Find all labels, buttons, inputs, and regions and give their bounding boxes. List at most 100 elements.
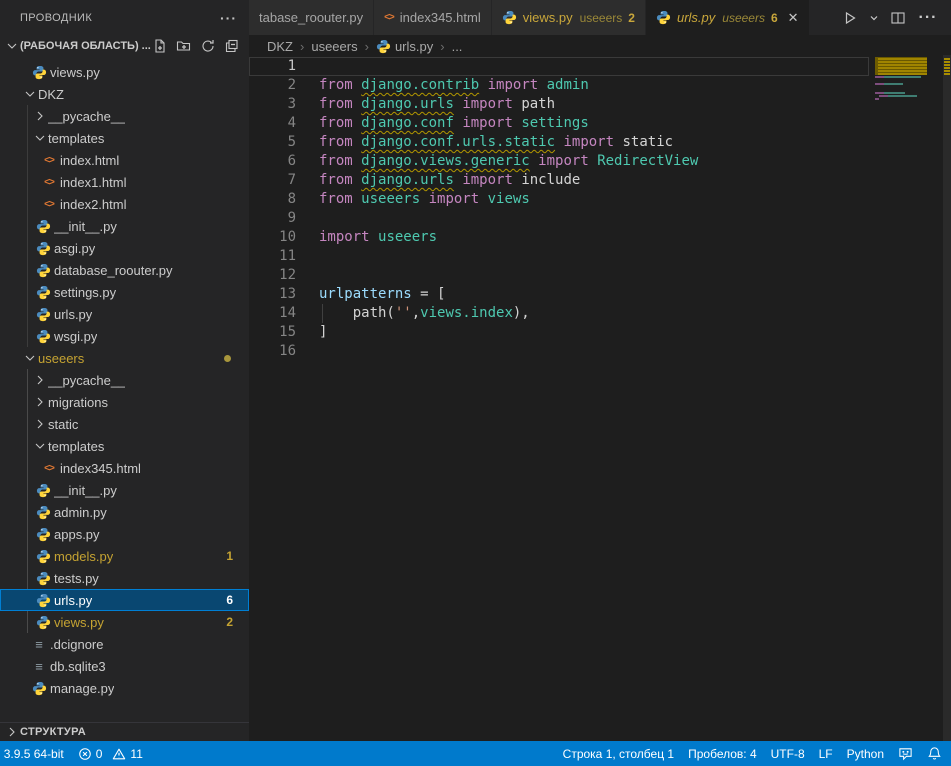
tree-item-apps-py[interactable]: apps.py	[0, 523, 249, 545]
warning-tick	[944, 61, 950, 63]
chevron-down-icon	[32, 130, 48, 146]
close-icon[interactable]: ✕	[788, 11, 799, 24]
tree-item-tests-py[interactable]: tests.py	[0, 567, 249, 589]
code-line: 8from useeers import views	[249, 190, 869, 209]
status-indentation[interactable]: Пробелов: 4	[681, 741, 764, 766]
python-file-icon	[34, 285, 52, 300]
tree-item-label: templates	[48, 131, 104, 146]
breadcrumb-item[interactable]: ...	[452, 39, 463, 54]
code-line: 7from django.urls import include	[249, 171, 869, 190]
breadcrumb-item[interactable]: DKZ	[267, 39, 293, 54]
line-content: ]	[319, 323, 869, 342]
tree-item-database-roouter-py[interactable]: database_roouter.py	[0, 259, 249, 281]
tree-item-templates[interactable]: templates	[0, 127, 249, 149]
outline-section-header[interactable]: СТРУКТУРА	[0, 722, 249, 741]
status-problems[interactable]: 011	[71, 741, 150, 766]
tree-item-admin-py[interactable]: admin.py	[0, 501, 249, 523]
tree-item-index2-html[interactable]: <>index2.html	[0, 193, 249, 215]
python-file-icon	[34, 329, 52, 344]
code-line: 10import useeers	[249, 228, 869, 247]
tree-item-templates[interactable]: templates	[0, 435, 249, 457]
code-line: 13urlpatterns = [	[249, 285, 869, 304]
line-content: from django.contrib import admin	[319, 76, 869, 95]
status-language-mode[interactable]: Python	[840, 741, 891, 766]
line-number: 3	[249, 95, 319, 114]
notifications-icon	[927, 746, 942, 761]
refresh-button[interactable]	[199, 37, 217, 55]
tree-item-index-html[interactable]: <>index.html	[0, 149, 249, 171]
new-folder-button[interactable]	[175, 37, 193, 55]
collapse-all-button[interactable]	[223, 37, 241, 55]
vscode-window: ПРОВОДНИК ··· (РАБОЧАЯ ОБЛАСТЬ) ... view…	[0, 0, 951, 766]
overview-ruler[interactable]	[943, 55, 951, 741]
python-file-icon	[30, 65, 48, 80]
tree-item--pycache-[interactable]: __pycache__	[0, 369, 249, 391]
tree-item-models-py[interactable]: models.py1	[0, 545, 249, 567]
tree-item--dcignore[interactable]: ≡.dcignore	[0, 633, 249, 655]
split-editor-button[interactable]	[885, 6, 911, 30]
warning-tick	[944, 67, 950, 69]
tree-item-label: .dcignore	[50, 637, 103, 652]
line-number: 10	[249, 228, 319, 247]
tree-item--pycache-[interactable]: __pycache__	[0, 105, 249, 127]
tree-item-useeers[interactable]: useeers	[0, 347, 249, 369]
tree-item-label: useeers	[38, 351, 84, 366]
explorer-more-icon[interactable]: ···	[220, 10, 237, 26]
tree-item-views-py[interactable]: views.py	[0, 61, 249, 83]
warning-count: 11	[130, 747, 142, 761]
tree-item-index345-html[interactable]: <>index345.html	[0, 457, 249, 479]
line-content: import useeers	[319, 228, 869, 247]
code-line: 6from django.views.generic import Redire…	[249, 152, 869, 171]
tree-item-dkz[interactable]: DKZ	[0, 83, 249, 105]
python-file-icon	[502, 10, 517, 25]
tree-item-wsgi-py[interactable]: wsgi.py	[0, 325, 249, 347]
python-file-icon	[34, 219, 52, 234]
status-eol[interactable]: LF	[812, 741, 840, 766]
tree-item-label: templates	[48, 439, 104, 454]
tree-item-views-py[interactable]: views.py2	[0, 611, 249, 633]
breadcrumb-item[interactable]: urls.py	[376, 39, 433, 54]
tree-item-label: models.py	[54, 549, 113, 564]
tree-item-urls-py[interactable]: urls.py	[0, 303, 249, 325]
new-file-button[interactable]	[151, 37, 169, 55]
breadcrumb-item[interactable]: useeers	[311, 39, 357, 54]
status-encoding[interactable]: UTF-8	[764, 741, 812, 766]
line-number: 13	[249, 285, 319, 304]
tree-item-static[interactable]: static	[0, 413, 249, 435]
tree-item-manage-py[interactable]: manage.py	[0, 677, 249, 699]
chevron-down-icon	[4, 38, 20, 54]
status-feedback[interactable]	[891, 741, 920, 766]
tree-item-migrations[interactable]: migrations	[0, 391, 249, 413]
file-file-icon: ≡	[30, 637, 48, 652]
tab-label: urls.py	[677, 10, 715, 25]
run-python-file-button[interactable]	[837, 6, 863, 30]
tree-item-settings-py[interactable]: settings.py	[0, 281, 249, 303]
line-number: 15	[249, 323, 319, 342]
status-right: Строка 1, столбец 1Пробелов: 4UTF-8LFPyt…	[556, 741, 951, 766]
breadcrumb-label: urls.py	[395, 39, 433, 54]
tab-index345-html[interactable]: <>index345.html	[374, 0, 492, 35]
tree-item--init-py[interactable]: __init__.py	[0, 215, 249, 237]
python-file-icon	[34, 615, 52, 630]
tree-item--init-py[interactable]: __init__.py	[0, 479, 249, 501]
line-content	[319, 266, 869, 285]
tab-views-py[interactable]: views.pyuseeers2	[492, 0, 646, 35]
more-actions-button[interactable]: ···	[915, 6, 941, 30]
tree-item-asgi-py[interactable]: asgi.py	[0, 237, 249, 259]
tab-tabase-roouter-py[interactable]: tabase_roouter.py	[249, 0, 374, 35]
status-notifications[interactable]	[920, 741, 949, 766]
status-cursor-position[interactable]: Строка 1, столбец 1	[556, 741, 681, 766]
explorer-sidebar: ПРОВОДНИК ··· (РАБОЧАЯ ОБЛАСТЬ) ... view…	[0, 0, 249, 741]
file-file-icon: ≡	[30, 659, 48, 674]
tree-item-index1-html[interactable]: <>index1.html	[0, 171, 249, 193]
workspace-section-header[interactable]: (РАБОЧАЯ ОБЛАСТЬ) ...	[0, 35, 249, 57]
minimap[interactable]	[875, 55, 943, 315]
editor-group: tabase_roouter.py<>index345.htmlviews.py…	[249, 0, 951, 741]
status-python-interpreter[interactable]: Python 3.9.5 64-bit	[0, 741, 71, 766]
run-dropdown-button[interactable]	[867, 6, 881, 30]
code-editor[interactable]: 12from django.contrib import admin3from …	[249, 57, 951, 741]
tab-urls-py[interactable]: urls.pyuseeers6✕	[646, 0, 810, 35]
tree-item-db-sqlite3[interactable]: ≡db.sqlite3	[0, 655, 249, 677]
minimap-line	[875, 76, 921, 78]
tree-item-urls-py[interactable]: urls.py6	[0, 589, 249, 611]
